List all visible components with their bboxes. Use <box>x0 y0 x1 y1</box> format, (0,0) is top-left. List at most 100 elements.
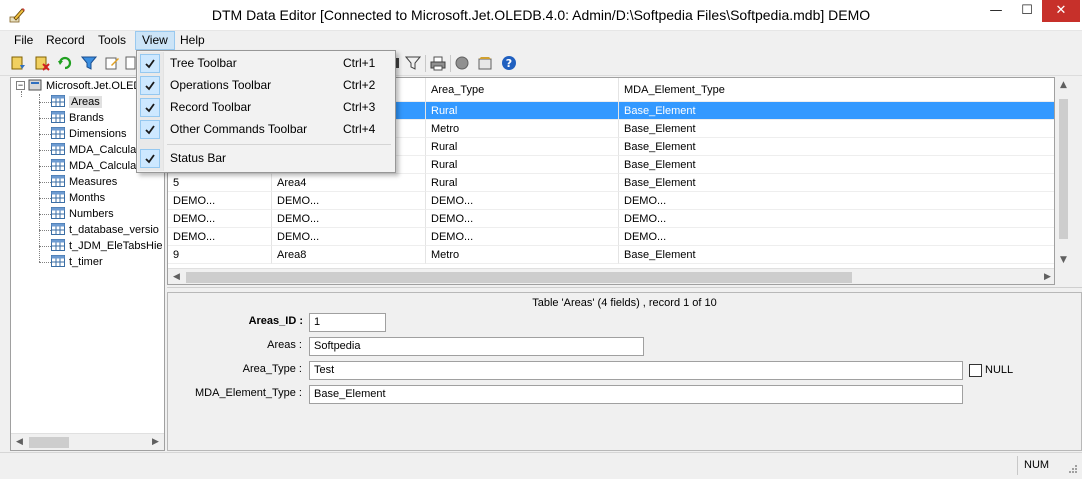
tree-item-table[interactable]: MDA_Calcula <box>51 159 136 174</box>
tree-item-table[interactable]: Dimensions <box>51 127 126 142</box>
table-row[interactable]: DEMO... DEMO... DEMO... DEMO... <box>168 192 1054 210</box>
field-label-area-type: Area_Type : <box>242 363 302 375</box>
checkmark-icon <box>140 120 160 139</box>
scroll-left-icon[interactable]: ◀ <box>168 269 185 284</box>
options-icon[interactable] <box>476 54 494 72</box>
table-cell[interactable]: Rural <box>426 174 619 192</box>
table-cell[interactable]: Rural <box>426 138 619 156</box>
table-cell[interactable]: DEMO... <box>272 228 426 246</box>
table-cell[interactable]: Area8 <box>272 246 426 264</box>
table-cell[interactable]: Base_Element <box>619 138 1054 156</box>
table-cell[interactable]: Base_Element <box>619 174 1054 192</box>
scroll-down-icon[interactable]: ▼ <box>1055 252 1072 269</box>
minimize-button[interactable]: — <box>980 0 1012 22</box>
tree-item-table[interactable]: Months <box>51 191 105 206</box>
menu-record[interactable]: Record <box>40 31 91 50</box>
panel-splitter[interactable] <box>167 287 1082 291</box>
collapse-icon[interactable]: − <box>16 81 25 90</box>
table-cell[interactable]: DEMO... <box>619 210 1054 228</box>
table-cell[interactable]: Rural <box>426 156 619 174</box>
close-button[interactable]: ✕ <box>1042 0 1080 22</box>
view-menu-item-label: Tree Toolbar <box>170 56 237 70</box>
grid-hscroll[interactable]: ◀ ▶ <box>168 268 1054 284</box>
table-cell[interactable]: DEMO... <box>272 192 426 210</box>
column-header[interactable]: Area_Type <box>426 78 619 102</box>
checkmark-icon <box>140 149 160 168</box>
edit-table-icon[interactable] <box>103 54 121 72</box>
table-cell[interactable]: DEMO... <box>619 192 1054 210</box>
grid-vscroll-thumb[interactable] <box>1059 99 1068 239</box>
tree-root[interactable]: − Microsoft.Jet.OLEDB <box>16 79 149 94</box>
table-cell[interactable]: DEMO... <box>426 192 619 210</box>
table-cell[interactable]: DEMO... <box>619 228 1054 246</box>
table-cell[interactable]: Metro <box>426 120 619 138</box>
stop-icon[interactable] <box>453 54 471 72</box>
status-bar: NUM <box>0 452 1082 479</box>
scroll-up-icon[interactable]: ▲ <box>1055 77 1072 94</box>
table-cell[interactable]: DEMO... <box>426 228 619 246</box>
disconnect-icon[interactable] <box>33 54 51 72</box>
menu-tools[interactable]: Tools <box>92 31 132 50</box>
table-cell[interactable]: DEMO... <box>168 228 272 246</box>
refresh-icon[interactable] <box>56 54 74 72</box>
resize-grip-icon[interactable] <box>1066 464 1078 476</box>
table-row[interactable]: 5 Area4 Rural Base_Element <box>168 174 1054 192</box>
print-icon[interactable] <box>429 54 447 72</box>
table-cell[interactable]: Metro <box>426 246 619 264</box>
table-cell[interactable]: Area4 <box>272 174 426 192</box>
tree-item-label: t_database_versio <box>69 224 159 236</box>
menu-file[interactable]: File <box>8 31 39 50</box>
tree-item-table[interactable]: Brands <box>51 111 104 126</box>
table-cell[interactable]: Base_Element <box>619 120 1054 138</box>
grid-vscroll[interactable]: ▲ ▼ <box>1055 77 1072 269</box>
menu-separator <box>167 144 391 145</box>
view-menu-item[interactable]: Operations Toolbar Ctrl+2 <box>139 75 395 96</box>
areas-id-input[interactable]: 1 <box>309 313 386 332</box>
column-header[interactable]: MDA_Element_Type <box>619 78 1054 102</box>
tree-item-table[interactable]: MDA_Calcula <box>51 143 136 158</box>
table-cell[interactable]: 9 <box>168 246 272 264</box>
table-cell[interactable]: DEMO... <box>426 210 619 228</box>
view-menu-item[interactable]: Record Toolbar Ctrl+3 <box>139 97 395 118</box>
table-cell[interactable]: DEMO... <box>272 210 426 228</box>
table-cell[interactable]: DEMO... <box>168 210 272 228</box>
table-row[interactable]: DEMO... DEMO... DEMO... DEMO... <box>168 210 1054 228</box>
grid-hscroll-thumb[interactable] <box>186 272 852 283</box>
table-cell[interactable]: 5 <box>168 174 272 192</box>
menu-view[interactable]: View <box>135 31 175 50</box>
tree-item-table[interactable]: t_database_versio <box>51 223 159 238</box>
null-checkbox[interactable] <box>969 364 982 377</box>
tree-item-table[interactable]: Areas <box>51 95 102 110</box>
scroll-left-icon[interactable]: ◀ <box>11 434 28 450</box>
view-menu-item[interactable]: Status Bar <box>139 148 395 169</box>
scroll-right-icon[interactable]: ▶ <box>1039 269 1054 284</box>
tree-item-table[interactable]: t_JDM_EleTabsHie <box>51 239 163 254</box>
tree-hscroll[interactable]: ◀ ▶ <box>11 433 164 450</box>
table-cell[interactable]: Base_Element <box>619 246 1054 264</box>
scroll-right-icon[interactable]: ▶ <box>147 434 164 450</box>
tree-hscroll-thumb[interactable] <box>29 437 69 448</box>
filter-icon[interactable] <box>80 54 98 72</box>
view-menu-item-shortcut: Ctrl+3 <box>343 100 376 114</box>
tree-item-table[interactable]: Numbers <box>51 207 114 222</box>
maximize-button[interactable]: ☐ <box>1012 0 1042 22</box>
table-cell[interactable]: Base_Element <box>619 156 1054 174</box>
table-row[interactable]: DEMO... DEMO... DEMO... DEMO... <box>168 228 1054 246</box>
tree-item-table[interactable]: Measures <box>51 175 117 190</box>
table-cell[interactable]: Rural <box>426 102 619 120</box>
view-menu-item[interactable]: Other Commands Toolbar Ctrl+4 <box>139 119 395 140</box>
view-menu-item[interactable]: Tree Toolbar Ctrl+1 <box>139 53 395 74</box>
area-type-input[interactable]: Test <box>309 361 963 380</box>
mda-element-type-input[interactable]: Base_Element <box>309 385 963 404</box>
menu-bar: File Record Tools View Help <box>0 31 1082 50</box>
funnel-icon[interactable] <box>404 54 422 72</box>
menu-help[interactable]: Help <box>174 31 211 50</box>
table-row[interactable]: 9 Area8 Metro Base_Element <box>168 246 1054 264</box>
table-cell[interactable]: DEMO... <box>168 192 272 210</box>
connect-icon[interactable] <box>9 54 27 72</box>
tree-item-table[interactable]: t_timer <box>51 255 103 270</box>
table-cell[interactable]: Base_Element <box>619 102 1054 120</box>
areas-input[interactable]: Softpedia <box>309 337 644 356</box>
tree-item-label: t_JDM_EleTabsHie <box>69 240 163 252</box>
help-icon[interactable]: ? <box>500 54 518 72</box>
